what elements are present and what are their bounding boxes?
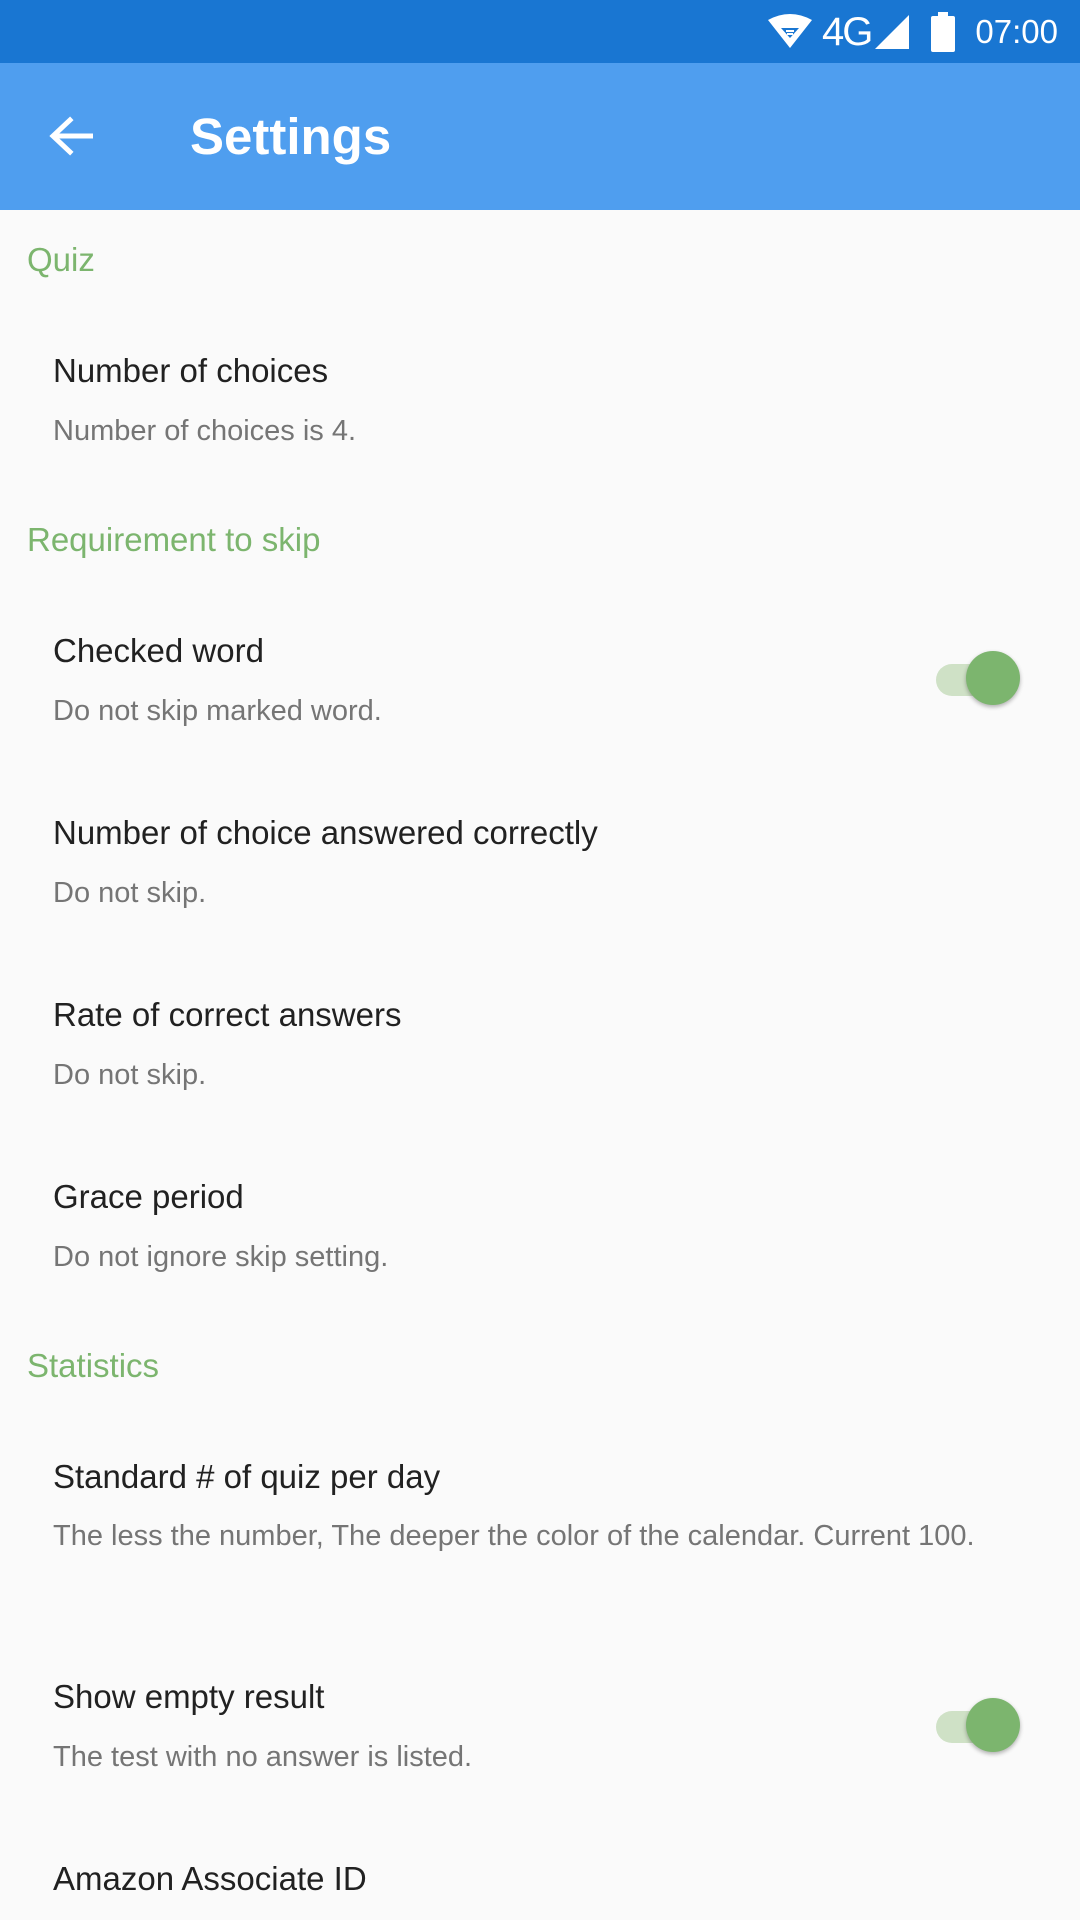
pref-summary: The less the number, The deeper the colo… (53, 1520, 975, 1552)
switch-thumb (966, 1698, 1020, 1752)
pref-summary: Do not skip. (53, 877, 207, 909)
clock: 07:00 (975, 13, 1058, 50)
switch-thumb (966, 651, 1020, 705)
status-icons: 4G 07:00 (766, 0, 1058, 63)
network-type: 4G (822, 9, 873, 54)
pref-summary: Do not skip. (53, 1059, 207, 1091)
pref-title: Number of choices (53, 352, 329, 389)
section-header-statistics: Statistics (27, 1347, 160, 1384)
arrow-back-icon (49, 115, 94, 161)
cell-signal-icon (873, 13, 911, 51)
section-header-skip: Requirement to skip (27, 521, 321, 558)
pref-title: Number of choice answered correctly (53, 814, 598, 851)
checked-word-switch[interactable] (936, 648, 1020, 708)
pref-title: Amazon Associate ID (53, 1860, 367, 1897)
pref-summary: Do not skip marked word. (53, 695, 382, 727)
app-bar: Settings (0, 63, 1080, 210)
pref-summary: Number of choices is 4. (53, 415, 357, 447)
pref-title: Grace period (53, 1178, 244, 1215)
wifi-icon (766, 13, 814, 50)
page-title: Settings (190, 108, 392, 165)
pref-title: Checked word (53, 632, 264, 669)
status-bar: 4G 07:00 (0, 0, 1080, 63)
show-empty-switch[interactable] (936, 1695, 1020, 1755)
pref-title: Standard # of quiz per day (53, 1458, 441, 1495)
pref-summary: The test with no answer is listed. (53, 1741, 473, 1773)
battery-icon (931, 11, 956, 52)
pref-title: Show empty result (53, 1678, 325, 1715)
section-header-quiz: Quiz (27, 241, 95, 278)
back-button[interactable] (40, 107, 102, 169)
pref-summary: Do not ignore skip setting. (53, 1241, 389, 1273)
pref-title: Rate of correct answers (53, 996, 402, 1033)
